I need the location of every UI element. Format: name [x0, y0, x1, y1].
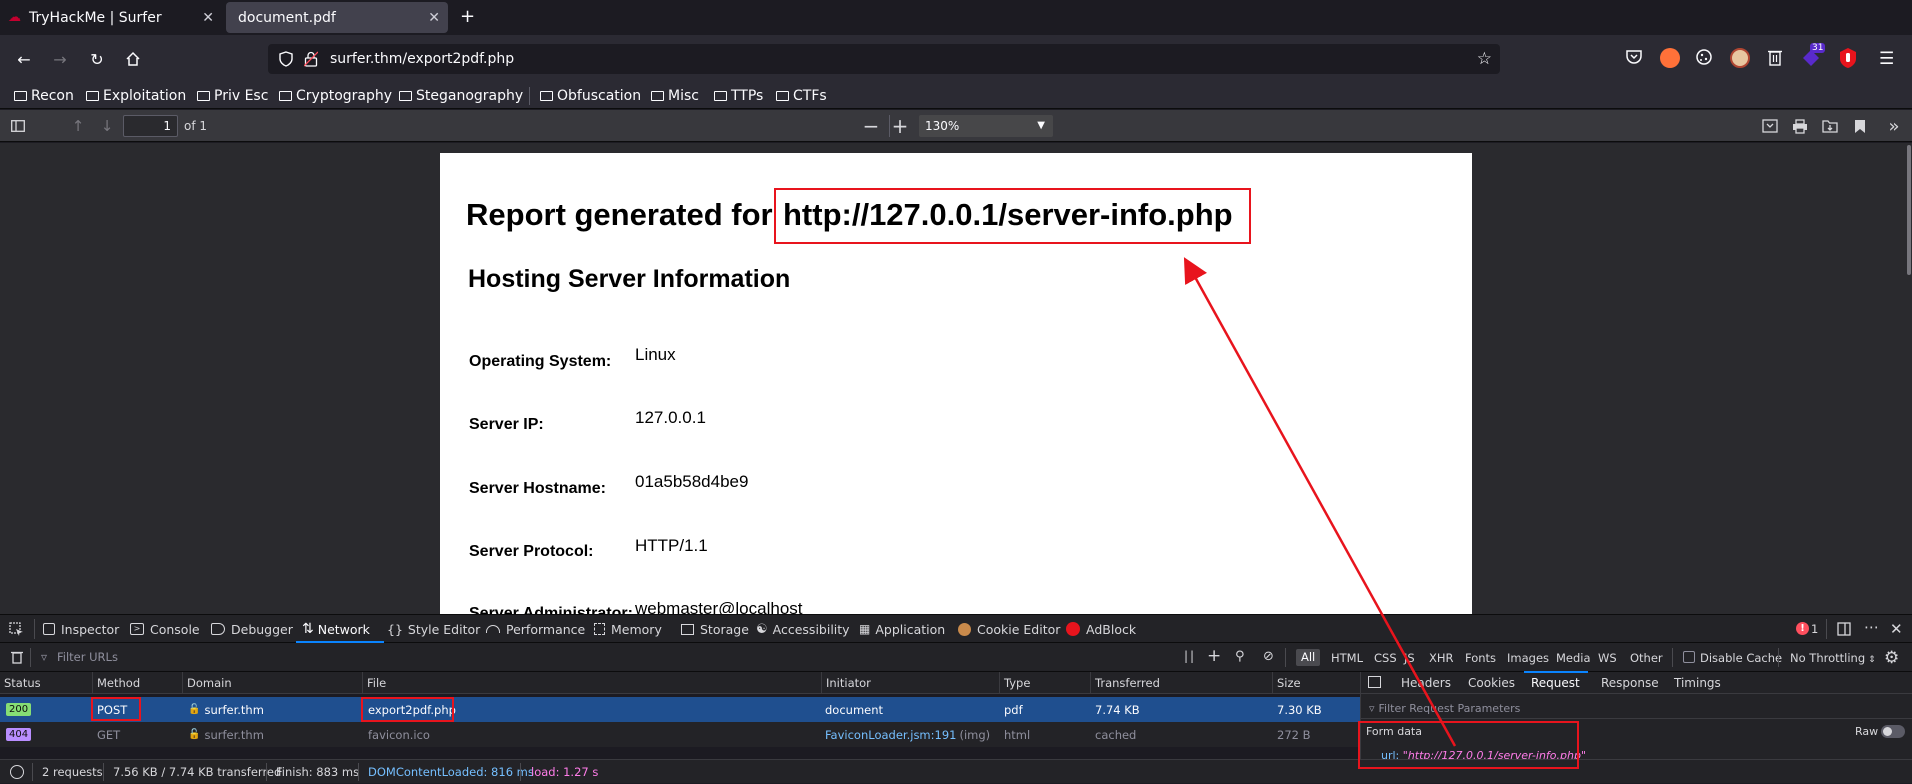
annotation-arrow: [1183, 257, 1457, 747]
